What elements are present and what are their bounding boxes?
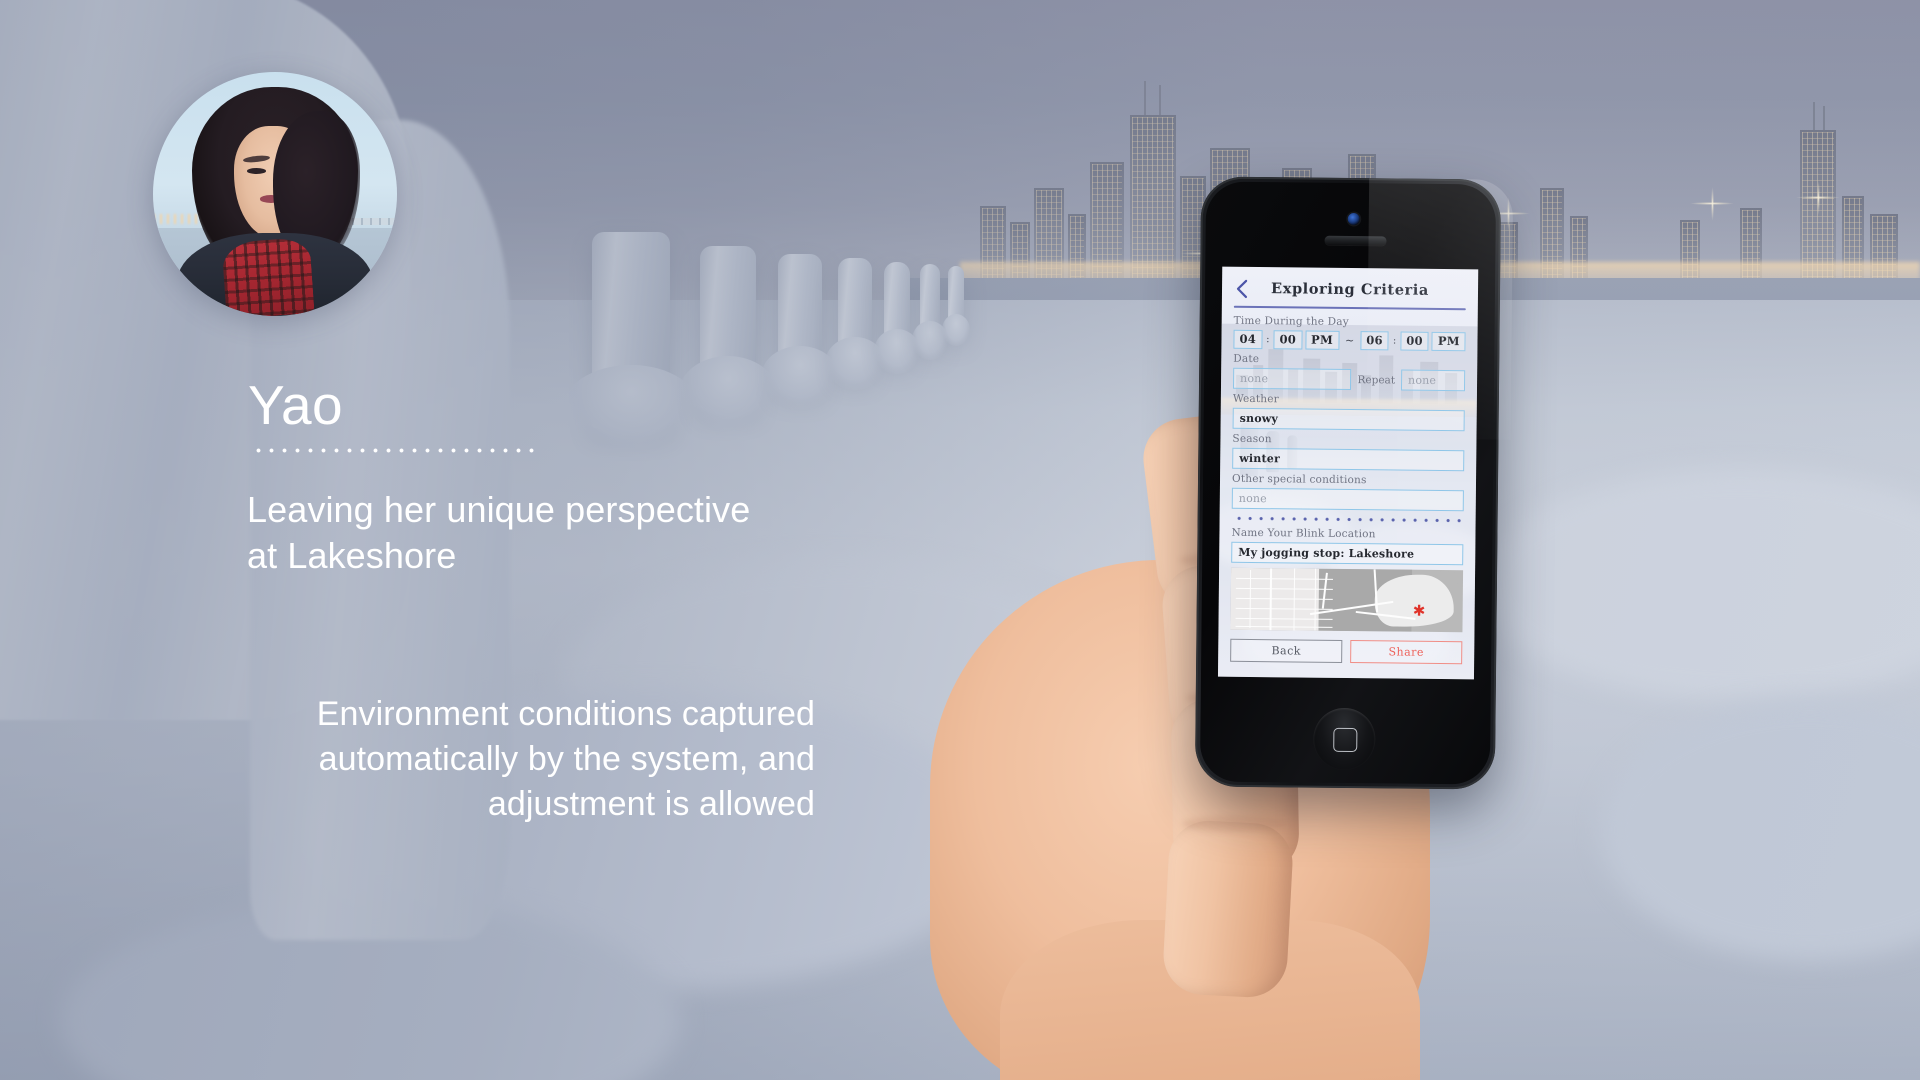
smartphone: Exploring Criteria Time During the Day 0… — [1194, 176, 1514, 790]
weather-label: Weather — [1232, 392, 1279, 406]
front-camera-icon — [1347, 212, 1360, 226]
dotted-divider — [252, 448, 542, 453]
earpiece-speaker-icon — [1324, 235, 1387, 246]
time-colon: : — [1392, 335, 1397, 347]
start-meridiem-field[interactable]: PM — [1304, 330, 1340, 350]
season-label: Season — [1232, 432, 1272, 446]
annotation-callout-text: Environment conditions captured automati… — [316, 695, 815, 824]
header-rule — [1233, 305, 1466, 311]
start-minute-field[interactable]: 00 — [1273, 330, 1303, 350]
end-hour-field[interactable]: 06 — [1360, 331, 1389, 351]
app-content: Exploring Criteria Time During the Day 0… — [1218, 267, 1478, 680]
repeat-label: Repeat — [1357, 373, 1396, 386]
other-conditions-field[interactable]: none — [1231, 487, 1464, 512]
chevron-left-icon[interactable] — [1234, 279, 1250, 299]
end-minute-field[interactable]: 00 — [1400, 331, 1429, 351]
time-range-separator: ~ — [1345, 333, 1355, 348]
red-star-marker: ✱ — [1412, 602, 1426, 620]
slide-canvas: Yao Leaving her unique perspective at La… — [0, 0, 1920, 1080]
home-button[interactable] — [1312, 707, 1376, 771]
other-conditions-label: Other special conditions — [1231, 472, 1367, 487]
date-label: Date — [1233, 352, 1260, 366]
profile-name: Yao — [248, 374, 343, 436]
phone-screen: Exploring Criteria Time During the Day 0… — [1217, 266, 1479, 680]
repeat-field[interactable]: none — [1400, 369, 1466, 392]
profile-tagline: Leaving her unique perspective at Lakesh… — [247, 489, 751, 576]
avatar — [153, 72, 397, 316]
knuckle-crease — [1182, 816, 1286, 832]
app-header: Exploring Criteria — [1234, 278, 1466, 306]
back-button[interactable]: Back — [1230, 638, 1343, 663]
finger — [1161, 818, 1295, 1000]
date-field[interactable]: none — [1232, 367, 1352, 391]
time-colon: : — [1266, 334, 1270, 346]
start-hour-field[interactable]: 04 — [1233, 329, 1263, 350]
time-field-row: 04 : 00 PM ~ 06 : 00 PM — [1233, 329, 1466, 352]
app-button-row: Back Share — [1230, 638, 1463, 665]
date-repeat-row: none Repeat none — [1232, 367, 1466, 392]
avatar-scarf — [221, 237, 315, 316]
location-name-field[interactable]: My jogging stop: Lakeshore — [1231, 541, 1464, 566]
section-divider — [1233, 515, 1462, 524]
map-thumbnail[interactable]: ✱ — [1230, 567, 1464, 633]
location-label: Name Your Blink Location — [1231, 526, 1376, 541]
end-meridiem-field[interactable]: PM — [1431, 331, 1466, 352]
app-title: Exploring Criteria — [1271, 280, 1430, 299]
time-label: Time During the Day — [1233, 314, 1349, 329]
season-field[interactable]: winter — [1232, 447, 1465, 472]
share-button[interactable]: Share — [1350, 640, 1463, 665]
weather-field[interactable]: snowy — [1232, 407, 1465, 432]
